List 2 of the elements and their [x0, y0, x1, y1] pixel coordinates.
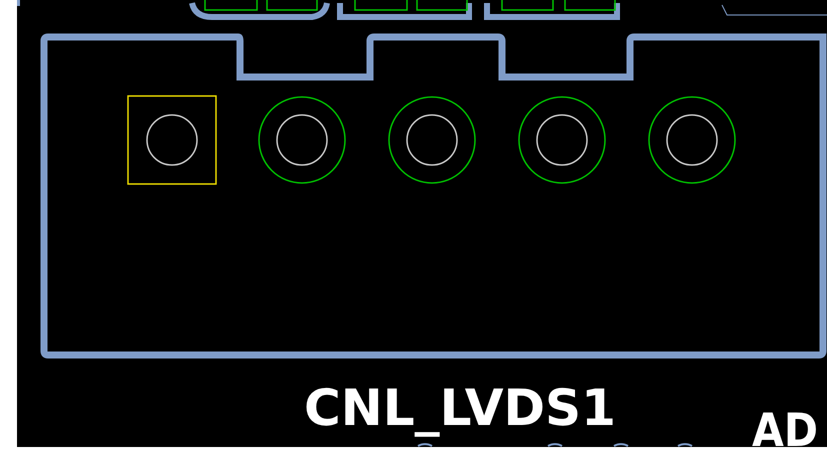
- designator-text: AD: [752, 403, 826, 447]
- designator-text: CNL_LVDS1: [304, 379, 616, 437]
